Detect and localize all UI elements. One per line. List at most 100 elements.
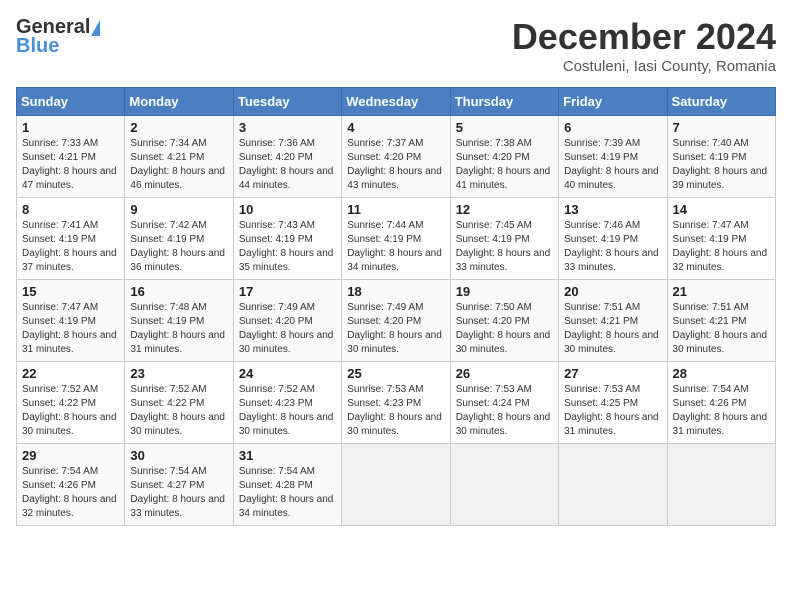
day-number: 2 — [130, 120, 227, 135]
day-number: 25 — [347, 366, 444, 381]
day-info: Sunrise: 7:49 AMSunset: 4:20 PMDaylight:… — [239, 301, 336, 357]
calendar-cell: 4 Sunrise: 7:37 AMSunset: 4:20 PMDaylight… — [342, 116, 450, 198]
day-info: Sunrise: 7:34 AMSunset: 4:21 PMDaylight:… — [130, 137, 227, 193]
month-title: December 2024 — [512, 16, 776, 58]
calendar-cell: 19Sunrise: 7:50 AMSunset: 4:20 PMDayligh… — [450, 280, 558, 362]
calendar-cell: 23 Sunrise: 7:52 AMSunset: 4:22 PMDayligh… — [125, 362, 233, 444]
day-info: Sunrise: 7:43 AMSunset: 4:19 PMDaylight:… — [239, 219, 336, 275]
calendar-cell: 28 Sunrise: 7:54 AMSunset: 4:26 PMDayligh… — [667, 362, 775, 444]
day-info: Sunrise: 7:53 AMSunset: 4:25 PMDaylight:… — [564, 383, 661, 439]
day-number: 9 — [130, 202, 227, 217]
calendar-cell: 2 Sunrise: 7:34 AMSunset: 4:21 PMDaylight… — [125, 116, 233, 198]
day-info: Sunrise: 7:54 AMSunset: 4:27 PMDaylight:… — [130, 465, 227, 521]
calendar-cell: 8 Sunrise: 7:41 AMSunset: 4:19 PMDaylight… — [17, 198, 125, 280]
calendar-cell: 14 Sunrise: 7:47 AMSunset: 4:19 PMDayligh… — [667, 198, 775, 280]
day-info: Sunrise: 7:52 AMSunset: 4:22 PMDaylight:… — [22, 383, 119, 439]
day-number: 4 — [347, 120, 444, 135]
logo-blue-text: Blue — [16, 35, 59, 58]
day-number: 13 — [564, 202, 661, 217]
day-info: Sunrise: 7:51 AMSunset: 4:21 PMDaylight:… — [673, 301, 770, 357]
day-info: Sunrise: 7:41 AMSunset: 4:19 PMDaylight:… — [22, 219, 119, 275]
day-info: Sunrise: 7:54 AMSunset: 4:28 PMDaylight:… — [239, 465, 336, 521]
page-header: General Blue December 2024 Costuleni, Ia… — [16, 16, 776, 75]
day-number: 20 — [564, 284, 661, 299]
calendar-cell: 16Sunrise: 7:48 AMSunset: 4:19 PMDayligh… — [125, 280, 233, 362]
calendar-cell: 29Sunrise: 7:54 AMSunset: 4:26 PMDayligh… — [17, 444, 125, 526]
weekday-header-monday: Monday — [125, 88, 233, 116]
day-info: Sunrise: 7:51 AMSunset: 4:21 PMDaylight:… — [564, 301, 661, 357]
calendar-cell: 1 Sunrise: 7:33 AMSunset: 4:21 PMDaylight… — [17, 116, 125, 198]
calendar-cell: 20 Sunrise: 7:51 AMSunset: 4:21 PMDayligh… — [559, 280, 667, 362]
day-number: 24 — [239, 366, 336, 381]
calendar-cell: 24 Sunrise: 7:52 AMSunset: 4:23 PMDayligh… — [233, 362, 341, 444]
day-info: Sunrise: 7:53 AMSunset: 4:24 PMDaylight:… — [456, 383, 553, 439]
day-info: Sunrise: 7:54 AMSunset: 4:26 PMDaylight:… — [673, 383, 770, 439]
day-number: 3 — [239, 120, 336, 135]
weekday-header-saturday: Saturday — [667, 88, 775, 116]
calendar-cell: 30 Sunrise: 7:54 AMSunset: 4:27 PMDayligh… — [125, 444, 233, 526]
logo-arrow-icon — [91, 20, 100, 36]
calendar-cell: 9 Sunrise: 7:42 AMSunset: 4:19 PMDaylight… — [125, 198, 233, 280]
calendar-cell — [342, 444, 450, 526]
calendar-cell: 25 Sunrise: 7:53 AMSunset: 4:23 PMDayligh… — [342, 362, 450, 444]
day-number: 15 — [22, 284, 119, 299]
day-number: 19 — [456, 284, 553, 299]
day-number: 17 — [239, 284, 336, 299]
calendar-cell: 3 Sunrise: 7:36 AMSunset: 4:20 PMDaylight… — [233, 116, 341, 198]
day-number: 10 — [239, 202, 336, 217]
weekday-header-thursday: Thursday — [450, 88, 558, 116]
calendar-cell: 15 Sunrise: 7:47 AMSunset: 4:19 PMDayligh… — [17, 280, 125, 362]
day-number: 6 — [564, 120, 661, 135]
calendar-cell: 5 Sunrise: 7:38 AMSunset: 4:20 PMDaylight… — [450, 116, 558, 198]
weekday-header-wednesday: Wednesday — [342, 88, 450, 116]
day-info: Sunrise: 7:52 AMSunset: 4:23 PMDaylight:… — [239, 383, 336, 439]
day-number: 23 — [130, 366, 227, 381]
day-info: Sunrise: 7:47 AMSunset: 4:19 PMDaylight:… — [673, 219, 770, 275]
day-number: 5 — [456, 120, 553, 135]
day-number: 28 — [673, 366, 770, 381]
day-info: Sunrise: 7:52 AMSunset: 4:22 PMDaylight:… — [130, 383, 227, 439]
calendar-table: SundayMondayTuesdayWednesdayThursdayFrid… — [16, 87, 776, 526]
weekday-header-sunday: Sunday — [17, 88, 125, 116]
day-number: 11 — [347, 202, 444, 217]
calendar-cell: 26Sunrise: 7:53 AMSunset: 4:24 PMDayligh… — [450, 362, 558, 444]
calendar-cell: 17 Sunrise: 7:49 AMSunset: 4:20 PMDayligh… — [233, 280, 341, 362]
calendar-cell — [667, 444, 775, 526]
day-number: 30 — [130, 448, 227, 463]
day-number: 21 — [673, 284, 770, 299]
title-section: December 2024 Costuleni, Iasi County, Ro… — [512, 16, 776, 75]
calendar-cell: 18 Sunrise: 7:49 AMSunset: 4:20 PMDayligh… — [342, 280, 450, 362]
weekday-header-tuesday: Tuesday — [233, 88, 341, 116]
day-info: Sunrise: 7:33 AMSunset: 4:21 PMDaylight:… — [22, 137, 119, 193]
day-info: Sunrise: 7:53 AMSunset: 4:23 PMDaylight:… — [347, 383, 444, 439]
calendar-cell: 7Sunrise: 7:40 AMSunset: 4:19 PMDaylight… — [667, 116, 775, 198]
calendar-cell: 13Sunrise: 7:46 AMSunset: 4:19 PMDayligh… — [559, 198, 667, 280]
day-number: 16 — [130, 284, 227, 299]
weekday-header-friday: Friday — [559, 88, 667, 116]
day-number: 8 — [22, 202, 119, 217]
day-info: Sunrise: 7:49 AMSunset: 4:20 PMDaylight:… — [347, 301, 444, 357]
calendar-cell — [450, 444, 558, 526]
calendar-cell: 10 Sunrise: 7:43 AMSunset: 4:19 PMDayligh… — [233, 198, 341, 280]
day-info: Sunrise: 7:36 AMSunset: 4:20 PMDaylight:… — [239, 137, 336, 193]
day-info: Sunrise: 7:44 AMSunset: 4:19 PMDaylight:… — [347, 219, 444, 275]
day-info: Sunrise: 7:54 AMSunset: 4:26 PMDaylight:… — [22, 465, 119, 521]
day-info: Sunrise: 7:37 AMSunset: 4:20 PMDaylight:… — [347, 137, 444, 193]
calendar-cell: 27Sunrise: 7:53 AMSunset: 4:25 PMDayligh… — [559, 362, 667, 444]
day-info: Sunrise: 7:38 AMSunset: 4:20 PMDaylight:… — [456, 137, 553, 193]
day-info: Sunrise: 7:39 AMSunset: 4:19 PMDaylight:… — [564, 137, 661, 193]
day-number: 1 — [22, 120, 119, 135]
calendar-cell: 11 Sunrise: 7:44 AMSunset: 4:19 PMDayligh… — [342, 198, 450, 280]
day-number: 22 — [22, 366, 119, 381]
day-number: 14 — [673, 202, 770, 217]
calendar-cell: 6 Sunrise: 7:39 AMSunset: 4:19 PMDaylight… — [559, 116, 667, 198]
calendar-cell: 31 Sunrise: 7:54 AMSunset: 4:28 PMDayligh… — [233, 444, 341, 526]
day-number: 18 — [347, 284, 444, 299]
day-info: Sunrise: 7:42 AMSunset: 4:19 PMDaylight:… — [130, 219, 227, 275]
day-info: Sunrise: 7:47 AMSunset: 4:19 PMDaylight:… — [22, 301, 119, 357]
logo: General Blue — [16, 16, 100, 58]
calendar-cell — [559, 444, 667, 526]
day-number: 31 — [239, 448, 336, 463]
calendar-cell: 22 Sunrise: 7:52 AMSunset: 4:22 PMDayligh… — [17, 362, 125, 444]
day-info: Sunrise: 7:45 AMSunset: 4:19 PMDaylight:… — [456, 219, 553, 275]
